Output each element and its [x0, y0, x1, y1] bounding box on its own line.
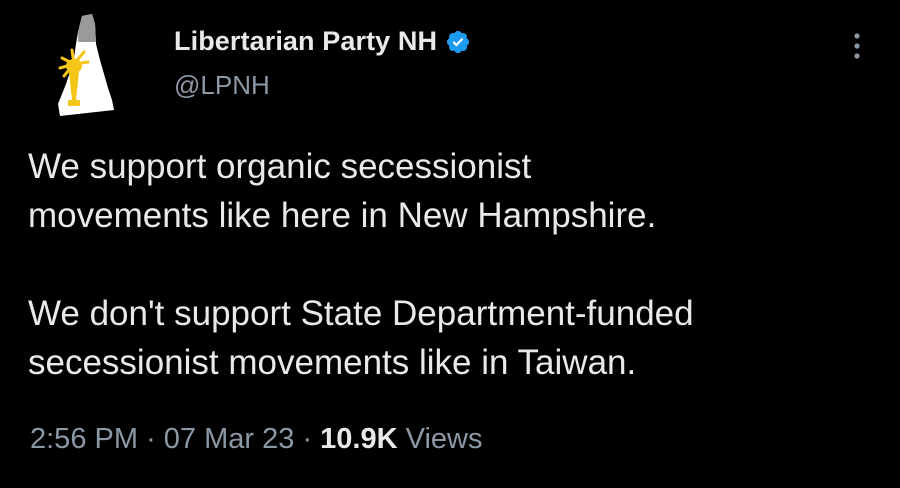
views-label: Views [405, 423, 483, 455]
tweet-text: We support organic secessionist movement… [28, 142, 878, 387]
views-link[interactable]: 10.9K Views [320, 423, 482, 455]
tweet-line: movements like here in New Hampshire. [28, 196, 657, 235]
more-vertical-icon [854, 33, 860, 59]
meta-separator: · [302, 423, 313, 455]
verified-badge-icon[interactable] [445, 29, 471, 55]
tweet-line: We don't support State Department-funded [28, 294, 694, 333]
avatar[interactable] [52, 14, 118, 118]
meta-separator: · [146, 423, 156, 455]
tweet-card: Libertarian Party NH @LPNH We support or… [0, 0, 900, 488]
author-name-row: Libertarian Party NH [174, 26, 471, 57]
views-count: 10.9K [320, 423, 398, 455]
tweet-paragraph: We don't support State Department-funded… [28, 289, 878, 387]
more-options-button[interactable] [846, 30, 868, 64]
tweet-line: secessionist movements like in Taiwan. [28, 343, 637, 382]
new-hampshire-torch-logo-icon [58, 14, 114, 116]
tweet-metadata: 2:56 PM · 07 Mar 23 · 10.9K Views [30, 423, 482, 456]
author-display-name[interactable]: Libertarian Party NH [174, 26, 437, 57]
tweet-time[interactable]: 2:56 PM [30, 423, 138, 455]
tweet-paragraph: We support organic secessionist movement… [28, 142, 878, 240]
author-handle[interactable]: @LPNH [174, 70, 270, 101]
tweet-date[interactable]: 07 Mar 23 [164, 423, 295, 455]
tweet-line: We support organic secessionist [28, 147, 532, 186]
